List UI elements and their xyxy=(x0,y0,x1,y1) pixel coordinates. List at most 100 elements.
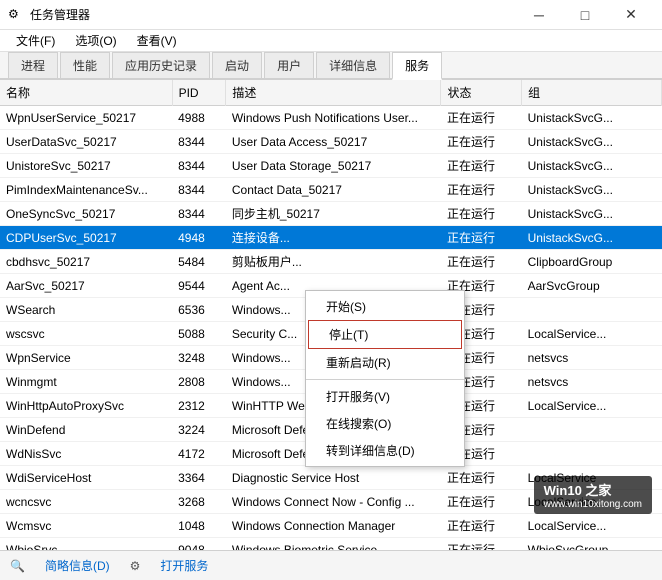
cell-name: WdNisSvc xyxy=(0,442,172,466)
context-menu-item[interactable]: 在线搜索(O) xyxy=(306,410,464,437)
cell-group: AarSvcGroup xyxy=(522,274,662,298)
cell-pid: 8344 xyxy=(172,202,226,226)
cell-name: UserDataSvc_50217 xyxy=(0,130,172,154)
cell-status: 正在运行 xyxy=(441,202,522,226)
cell-name: AarSvc_50217 xyxy=(0,274,172,298)
main-content: 名称 PID 描述 状态 组 WpnUserService_502174988W… xyxy=(0,80,662,550)
cell-pid: 8344 xyxy=(172,130,226,154)
cell-group: UnistackSvcG... xyxy=(522,202,662,226)
tab-进程[interactable]: 进程 xyxy=(8,52,58,78)
cell-status: 正在运行 xyxy=(441,538,522,551)
cell-group xyxy=(522,418,662,442)
cell-desc: 连接设备... xyxy=(226,226,441,250)
cell-group: LocalService... xyxy=(522,322,662,346)
brief-info-link[interactable]: 简略信息(D) xyxy=(45,557,110,574)
table-row[interactable]: cbdhsvc_502175484剪贴板用户...正在运行ClipboardGr… xyxy=(0,250,662,274)
context-menu-item[interactable]: 重新启动(R) xyxy=(306,349,464,376)
cell-name: OneSyncSvc_50217 xyxy=(0,202,172,226)
app-icon: ⚙ xyxy=(8,7,24,23)
open-services-icon: ⚙ xyxy=(130,559,141,573)
cell-pid: 4172 xyxy=(172,442,226,466)
cell-name: WbioSrvc xyxy=(0,538,172,551)
cell-pid: 2312 xyxy=(172,394,226,418)
cell-name: WpnService xyxy=(0,346,172,370)
cell-pid: 8344 xyxy=(172,154,226,178)
cell-name: PimIndexMaintenanceSv... xyxy=(0,178,172,202)
context-menu-item[interactable]: 停止(T) xyxy=(308,320,462,349)
cell-status: 正在运行 xyxy=(441,106,522,130)
cell-group: UnistackSvcG... xyxy=(522,106,662,130)
context-menu-separator xyxy=(306,379,464,380)
cell-pid: 3364 xyxy=(172,466,226,490)
context-menu-item[interactable]: 打开服务(V) xyxy=(306,383,464,410)
col-header-desc: 描述 xyxy=(226,80,441,106)
table-header: 名称 PID 描述 状态 组 xyxy=(0,80,662,106)
cell-group: UnistackSvcG... xyxy=(522,130,662,154)
cell-group: UnistackSvcG... xyxy=(522,178,662,202)
cell-desc: Contact Data_50217 xyxy=(226,178,441,202)
context-menu-item[interactable]: 开始(S) xyxy=(306,293,464,320)
cell-pid: 4948 xyxy=(172,226,226,250)
cell-status: 正在运行 xyxy=(441,466,522,490)
table-row[interactable]: UnistoreSvc_502178344User Data Storage_5… xyxy=(0,154,662,178)
cell-group: ClipboardGroup xyxy=(522,250,662,274)
col-header-status: 状态 xyxy=(441,80,522,106)
watermark-line2: www.win10xitong.com xyxy=(544,499,642,510)
table-row[interactable]: WbioSrvc9048Windows Biometric Service正在运… xyxy=(0,538,662,551)
cell-pid: 4988 xyxy=(172,106,226,130)
cell-name: wscsvc xyxy=(0,322,172,346)
tab-应用历史记录[interactable]: 应用历史记录 xyxy=(112,52,210,78)
tab-服务[interactable]: 服务 xyxy=(392,52,442,80)
menu-item[interactable]: 文件(F) xyxy=(8,30,63,51)
cell-status: 正在运行 xyxy=(441,154,522,178)
cell-group: UnistackSvcG... xyxy=(522,226,662,250)
watermark-line1: Win10 之家 xyxy=(544,483,612,498)
tab-启动[interactable]: 启动 xyxy=(212,52,262,78)
watermark: Win10 之家 www.win10xitong.com xyxy=(534,476,652,514)
cell-name: WdiServiceHost xyxy=(0,466,172,490)
maximize-button[interactable]: □ xyxy=(562,0,608,30)
cell-desc: Windows Connection Manager xyxy=(226,514,441,538)
close-button[interactable]: ✕ xyxy=(608,0,654,30)
cell-pid: 9048 xyxy=(172,538,226,551)
cell-group xyxy=(522,442,662,466)
table-row[interactable]: PimIndexMaintenanceSv...8344Contact Data… xyxy=(0,178,662,202)
tab-用户[interactable]: 用户 xyxy=(264,52,314,78)
cell-desc: User Data Access_50217 xyxy=(226,130,441,154)
menu-item[interactable]: 选项(O) xyxy=(67,30,124,51)
context-menu-item[interactable]: 转到详细信息(D) xyxy=(306,437,464,464)
cell-name: Wcmsvc xyxy=(0,514,172,538)
table-row[interactable]: OneSyncSvc_502178344同步主机_50217正在运行Unista… xyxy=(0,202,662,226)
cell-name: UnistoreSvc_50217 xyxy=(0,154,172,178)
tab-性能[interactable]: 性能 xyxy=(60,52,110,78)
cell-pid: 6536 xyxy=(172,298,226,322)
cell-desc: Windows Push Notifications User... xyxy=(226,106,441,130)
cell-pid: 9544 xyxy=(172,274,226,298)
status-bar: 🔍 简略信息(D) ⚙ 打开服务 xyxy=(0,550,662,580)
cell-name: CDPUserSvc_50217 xyxy=(0,226,172,250)
tab-详细信息[interactable]: 详细信息 xyxy=(316,52,390,78)
cell-pid: 2808 xyxy=(172,370,226,394)
table-row[interactable]: UserDataSvc_502178344User Data Access_50… xyxy=(0,130,662,154)
window-title: 任务管理器 xyxy=(30,6,90,23)
cell-group: WbioSvcGroup xyxy=(522,538,662,551)
table-row[interactable]: WpnUserService_502174988Windows Push Not… xyxy=(0,106,662,130)
cell-name: wcncsvc xyxy=(0,490,172,514)
cell-name: Winmgmt xyxy=(0,370,172,394)
col-header-pid: PID xyxy=(172,80,226,106)
cell-name: WinHttpAutoProxySvc xyxy=(0,394,172,418)
table-row[interactable]: CDPUserSvc_502174948连接设备...正在运行UnistackS… xyxy=(0,226,662,250)
brief-info-icon: 🔍 xyxy=(10,559,25,573)
cell-desc: 同步主机_50217 xyxy=(226,202,441,226)
cell-pid: 5088 xyxy=(172,322,226,346)
table-row[interactable]: Wcmsvc1048Windows Connection Manager正在运行… xyxy=(0,514,662,538)
menu-item[interactable]: 查看(V) xyxy=(129,30,185,51)
cell-pid: 8344 xyxy=(172,178,226,202)
title-bar: ⚙ 任务管理器 ─ □ ✕ xyxy=(0,0,662,30)
cell-status: 正在运行 xyxy=(441,490,522,514)
cell-desc: Diagnostic Service Host xyxy=(226,466,441,490)
cell-status: 正在运行 xyxy=(441,178,522,202)
cell-name: cbdhsvc_50217 xyxy=(0,250,172,274)
open-services-link[interactable]: 打开服务 xyxy=(160,557,208,574)
minimize-button[interactable]: ─ xyxy=(516,0,562,30)
